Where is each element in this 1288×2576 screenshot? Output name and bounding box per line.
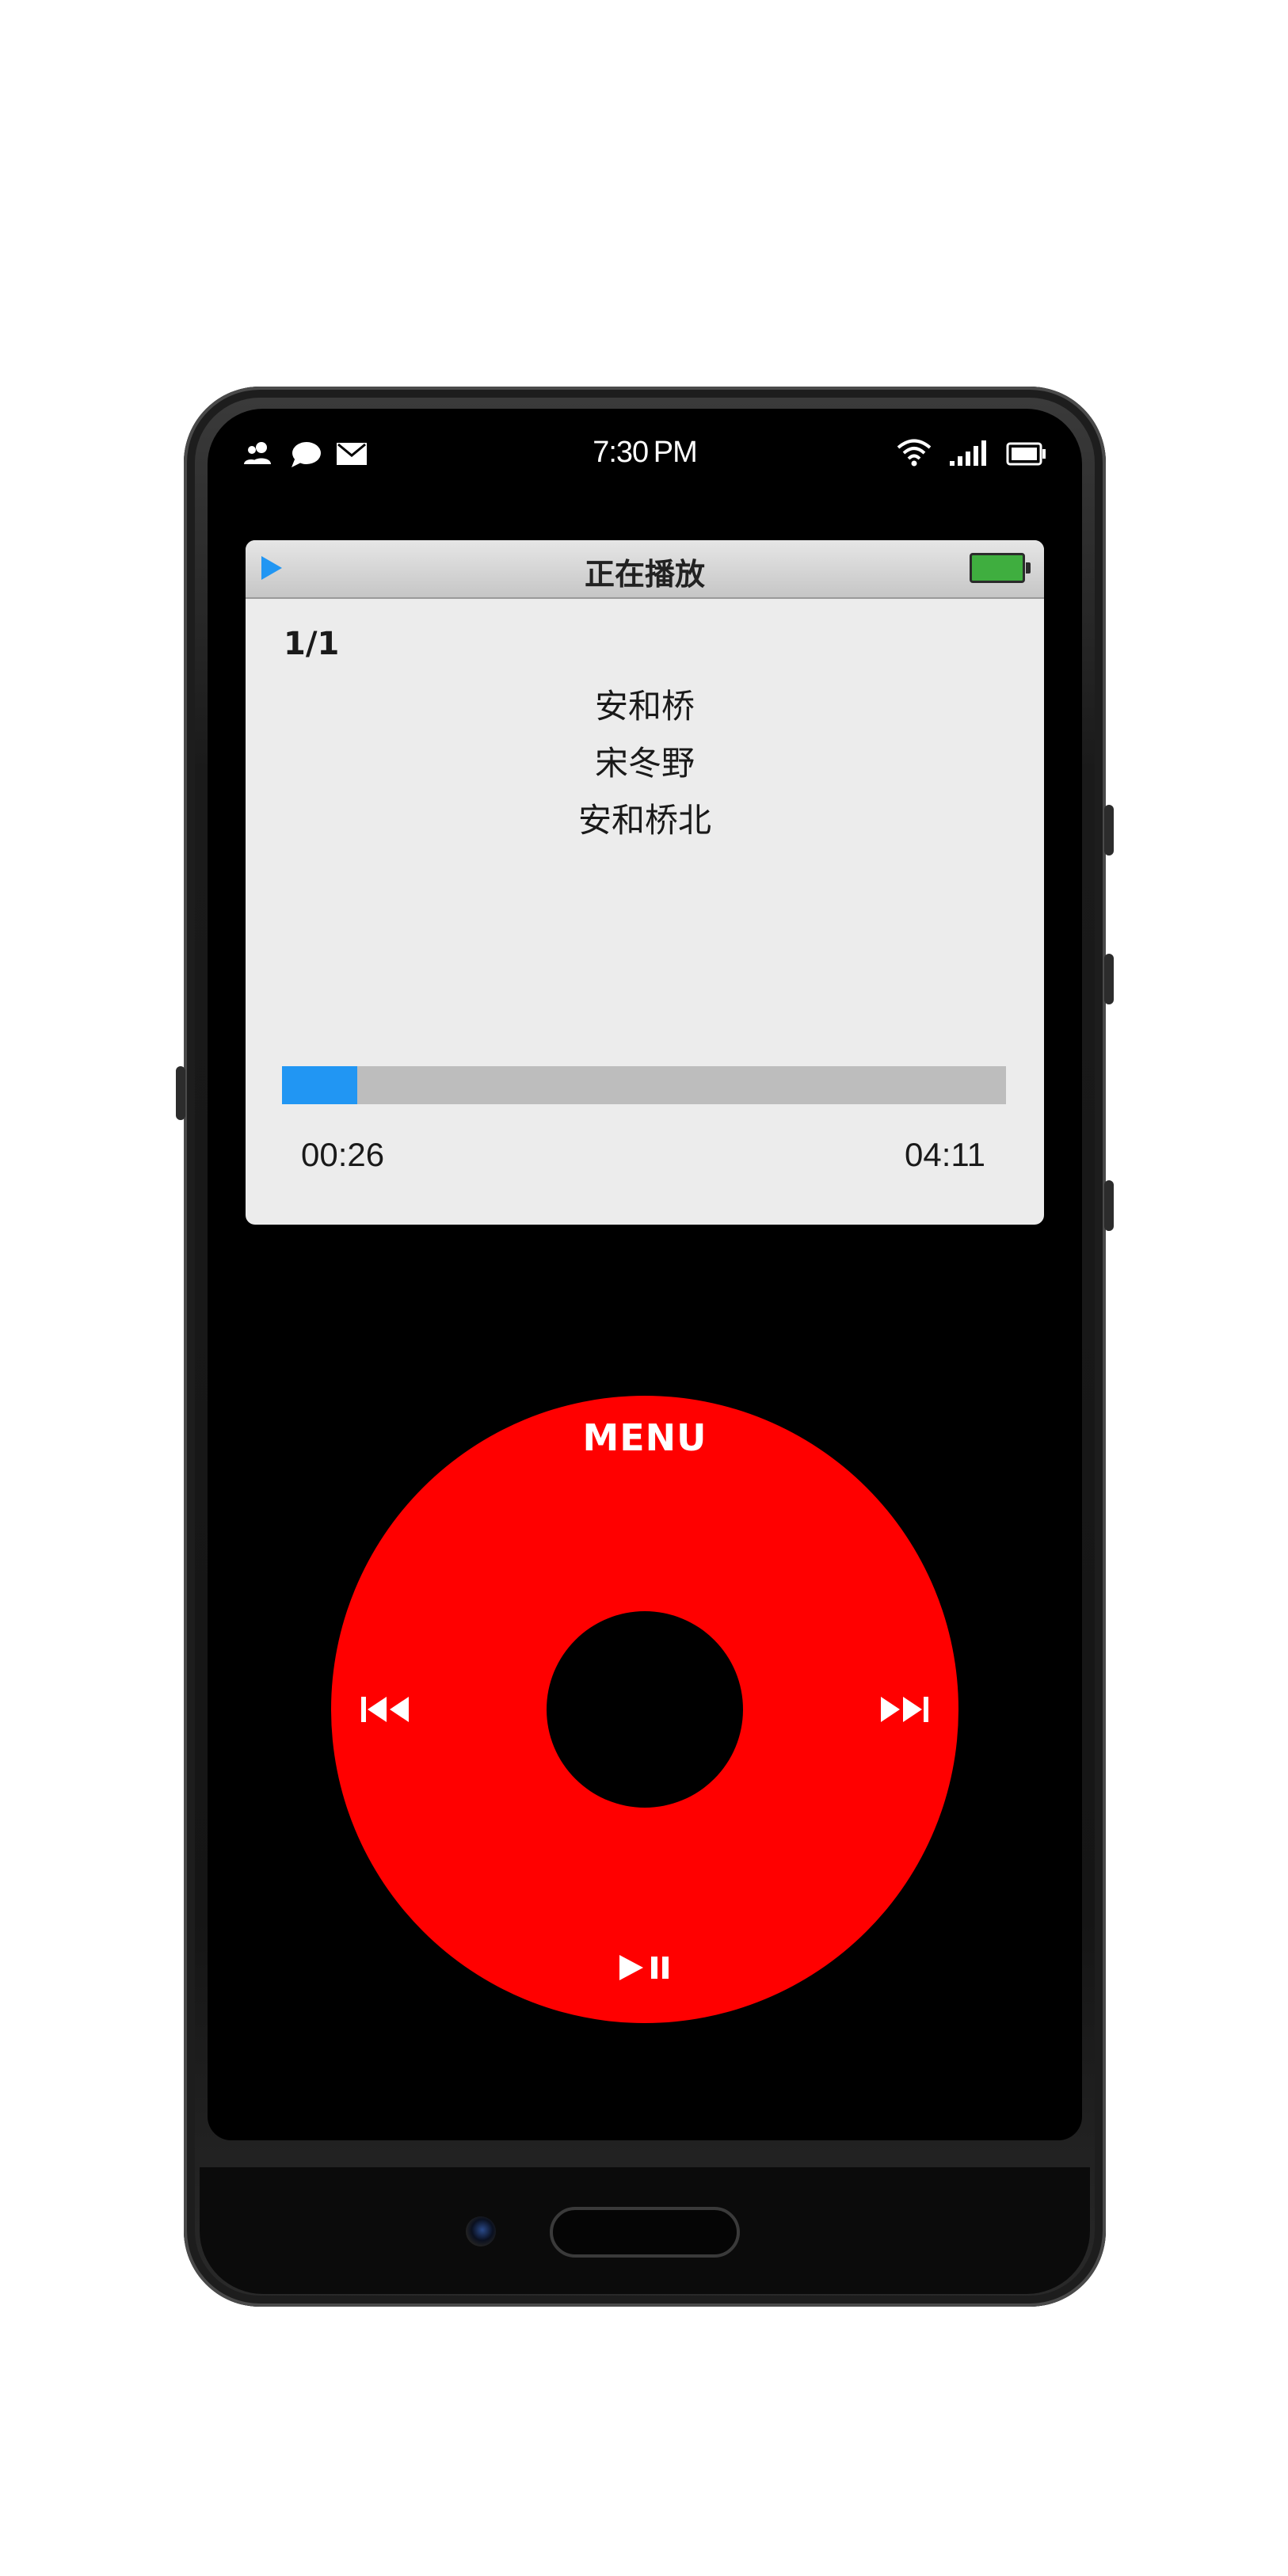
card-header: 正在播放 <box>246 540 1044 599</box>
now-playing-card: 正在播放 1/1 安和桥 宋冬野 安和桥北 00:26 04:11 <box>246 540 1044 1225</box>
progress-bar[interactable] <box>282 1066 1006 1104</box>
stage: 7:30 PM 正在播放 1/1 安和桥 宋冬野 安和桥北 00:26 04:1… <box>0 0 1288 2576</box>
previous-track-icon[interactable] <box>360 1694 412 1728</box>
center-select-button[interactable] <box>547 1611 743 1808</box>
volume-button-left <box>176 1066 185 1120</box>
menu-button[interactable]: MENU <box>331 1416 958 1459</box>
side-button-right-2 <box>1104 954 1114 1004</box>
track-artist: 宋冬野 <box>594 744 695 783</box>
wifi-icon <box>897 437 932 471</box>
camera-icon <box>466 2216 496 2246</box>
battery-indicator-icon <box>970 553 1031 583</box>
elapsed-time: 00:26 <box>301 1136 385 1173</box>
track-count: 1/1 <box>284 626 340 662</box>
play-pause-icon[interactable] <box>616 1952 672 1987</box>
status-bar: 7:30 PM <box>208 428 1082 485</box>
side-button-right-3 <box>1104 1180 1114 1231</box>
home-button[interactable] <box>550 2207 740 2258</box>
power-button-right <box>1104 805 1114 855</box>
next-track-icon[interactable] <box>878 1694 930 1728</box>
header-title: 正在播放 <box>584 557 705 592</box>
track-album: 安和桥北 <box>577 801 711 840</box>
signal-icon <box>949 439 989 471</box>
progress-fill <box>282 1066 358 1104</box>
track-title: 安和桥 <box>594 687 695 726</box>
click-wheel[interactable]: MENU <box>331 1396 958 2023</box>
battery-icon <box>1006 442 1047 469</box>
total-duration: 04:11 <box>905 1136 985 1173</box>
